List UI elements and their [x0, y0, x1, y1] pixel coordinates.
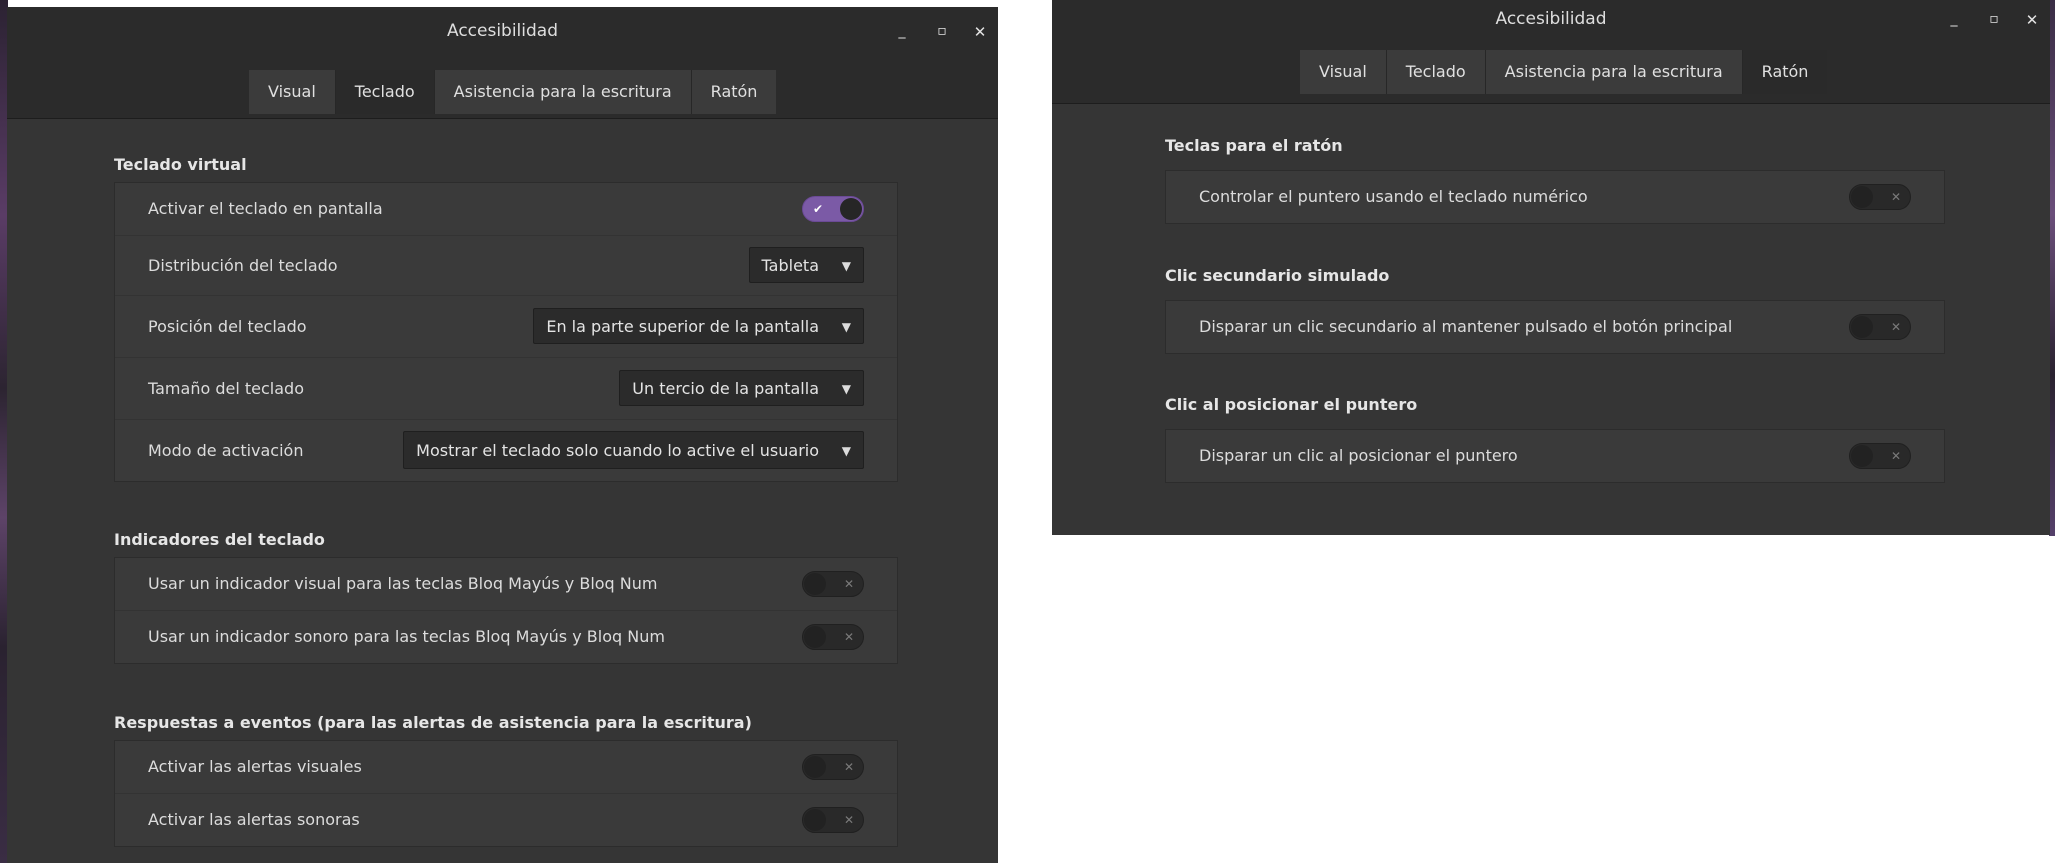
keyboard-position-dropdown[interactable]: En la parte superior de la pantalla ▼ — [533, 308, 864, 344]
tab-teclado[interactable]: Teclado — [335, 70, 435, 114]
activation-mode-label: Modo de activación — [148, 441, 304, 460]
keyboard-settings: Teclado virtual Activar el teclado en pa… — [7, 119, 998, 863]
visual-indicator-toggle[interactable]: ✕ — [802, 571, 864, 597]
maximize-icon[interactable]: ▫ — [1984, 11, 2004, 27]
x-icon: ✕ — [843, 630, 854, 644]
keyboard-position-value: En la parte superior de la pantalla — [546, 317, 819, 336]
activation-mode-dropdown[interactable]: Mostrar el teclado solo cuando lo active… — [403, 431, 864, 469]
settings-row: Posición del teclado En la parte superio… — [115, 296, 897, 358]
mouse-keys-label: Controlar el puntero usando el teclado n… — [1199, 187, 1588, 206]
toggle-knob — [804, 573, 826, 595]
tab-visual[interactable]: Visual — [249, 70, 336, 114]
tabs: Visual Teclado Asistencia para la escrit… — [1300, 50, 1828, 94]
secondary-click-toggle[interactable]: ✕ — [1849, 314, 1911, 340]
settings-row: Activar las alertas visuales ✕ — [115, 741, 897, 794]
maximize-icon[interactable]: ▫ — [932, 23, 952, 39]
tab-bar: Visual Teclado Asistencia para la escrit… — [7, 56, 998, 119]
hover-click-panel: Disparar un clic al posicionar el punter… — [1165, 429, 1945, 483]
secondary-click-label: Disparar un clic secundario al mantener … — [1199, 317, 1733, 336]
keyboard-layout-label: Distribución del teclado — [148, 256, 338, 275]
x-icon: ✕ — [1890, 320, 1901, 334]
check-icon: ✔ — [813, 202, 824, 216]
sound-alerts-toggle[interactable]: ✕ — [802, 807, 864, 833]
settings-row: Modo de activación Mostrar el teclado so… — [115, 420, 897, 481]
toggle-knob — [1851, 186, 1873, 208]
close-icon[interactable]: ✕ — [970, 23, 990, 41]
keyboard-size-label: Tamaño del teclado — [148, 379, 304, 398]
toggle-knob — [840, 198, 862, 220]
sound-indicator-toggle[interactable]: ✕ — [802, 624, 864, 650]
settings-row: Activar el teclado en pantalla ✔ — [115, 183, 897, 236]
settings-row: Activar las alertas sonoras ✕ — [115, 794, 897, 846]
section-title-virtual-keyboard: Teclado virtual — [114, 155, 247, 174]
settings-row: Disparar un clic secundario al mantener … — [1166, 301, 1944, 353]
tab-raton[interactable]: Ratón — [1742, 50, 1828, 94]
visual-alerts-label: Activar las alertas visuales — [148, 757, 362, 776]
keyboard-size-dropdown[interactable]: Un tercio de la pantalla ▼ — [619, 370, 864, 406]
chevron-down-icon: ▼ — [841, 444, 851, 458]
hover-click-label: Disparar un clic al posicionar el punter… — [1199, 446, 1518, 465]
enable-onscreen-keyboard-label: Activar el teclado en pantalla — [148, 199, 383, 218]
keyboard-position-label: Posición del teclado — [148, 317, 307, 336]
minimize-icon[interactable]: _ — [892, 23, 912, 39]
tab-teclado[interactable]: Teclado — [1386, 50, 1486, 94]
event-responses-panel: Activar las alertas visuales ✕ Activar l… — [114, 740, 898, 847]
x-icon: ✕ — [1890, 449, 1901, 463]
toggle-knob — [804, 809, 826, 831]
tab-asistencia-escritura[interactable]: Asistencia para la escritura — [434, 70, 692, 114]
toggle-knob — [804, 626, 826, 648]
settings-row: Disparar un clic al posicionar el punter… — [1166, 430, 1944, 482]
mouse-settings: Teclas para el ratón Controlar el punter… — [1052, 104, 2050, 535]
tab-raton[interactable]: Ratón — [691, 70, 777, 114]
close-icon[interactable]: ✕ — [2022, 11, 2042, 29]
window-title: Accesibilidad — [1495, 9, 1607, 29]
secondary-click-panel: Disparar un clic secundario al mantener … — [1165, 300, 1945, 354]
toggle-knob — [804, 756, 826, 778]
visual-indicator-label: Usar un indicador visual para las teclas… — [148, 574, 658, 593]
x-icon: ✕ — [843, 813, 854, 827]
chevron-down-icon: ▼ — [841, 320, 851, 334]
settings-row: Usar un indicador visual para las teclas… — [115, 558, 897, 611]
visual-alerts-toggle[interactable]: ✕ — [802, 754, 864, 780]
toggle-knob — [1851, 316, 1873, 338]
hover-click-toggle[interactable]: ✕ — [1849, 443, 1911, 469]
titlebar: Accesibilidad _ ▫ ✕ — [7, 7, 998, 56]
section-title-secondary-click: Clic secundario simulado — [1165, 266, 1390, 285]
virtual-keyboard-panel: Activar el teclado en pantalla ✔ Distrib… — [114, 182, 898, 482]
section-title-keyboard-indicators: Indicadores del teclado — [114, 530, 325, 549]
section-title-hover-click: Clic al posicionar el puntero — [1165, 395, 1418, 414]
keyboard-indicators-panel: Usar un indicador visual para las teclas… — [114, 557, 898, 664]
x-icon: ✕ — [843, 577, 854, 591]
x-icon: ✕ — [1890, 190, 1901, 204]
settings-row: Controlar el puntero usando el teclado n… — [1166, 171, 1944, 223]
mouse-keys-toggle[interactable]: ✕ — [1849, 184, 1911, 210]
x-icon: ✕ — [843, 760, 854, 774]
activation-mode-value: Mostrar el teclado solo cuando lo active… — [416, 441, 819, 460]
keyboard-size-value: Un tercio de la pantalla — [632, 379, 819, 398]
section-title-event-responses: Respuestas a eventos (para las alertas d… — [114, 713, 752, 732]
enable-onscreen-keyboard-toggle[interactable]: ✔ — [802, 196, 864, 222]
accessibility-window-mouse: Accesibilidad _ ▫ ✕ Visual Teclado Asist… — [1052, 0, 2050, 535]
tab-bar: Visual Teclado Asistencia para la escrit… — [1052, 39, 2050, 104]
chevron-down-icon: ▼ — [841, 259, 851, 273]
settings-row: Usar un indicador sonoro para las teclas… — [115, 611, 897, 663]
tab-asistencia-escritura[interactable]: Asistencia para la escritura — [1485, 50, 1743, 94]
tab-visual[interactable]: Visual — [1300, 50, 1387, 94]
minimize-icon[interactable]: _ — [1944, 11, 1964, 27]
sound-alerts-label: Activar las alertas sonoras — [148, 810, 360, 829]
section-title-mouse-keys: Teclas para el ratón — [1165, 136, 1343, 155]
toggle-knob — [1851, 445, 1873, 467]
settings-row: Distribución del teclado Tableta ▼ — [115, 236, 897, 296]
accessibility-window-keyboard: Accesibilidad _ ▫ ✕ Visual Teclado Asist… — [7, 7, 998, 863]
keyboard-layout-dropdown[interactable]: Tableta ▼ — [748, 247, 864, 283]
settings-row: Tamaño del teclado Un tercio de la panta… — [115, 358, 897, 420]
mouse-keys-panel: Controlar el puntero usando el teclado n… — [1165, 170, 1945, 224]
chevron-down-icon: ▼ — [841, 382, 851, 396]
keyboard-layout-value: Tableta — [761, 256, 819, 275]
titlebar: Accesibilidad _ ▫ ✕ — [1052, 0, 2050, 39]
sound-indicator-label: Usar un indicador sonoro para las teclas… — [148, 627, 665, 646]
tabs: Visual Teclado Asistencia para la escrit… — [249, 70, 777, 114]
window-title: Accesibilidad — [446, 21, 559, 41]
